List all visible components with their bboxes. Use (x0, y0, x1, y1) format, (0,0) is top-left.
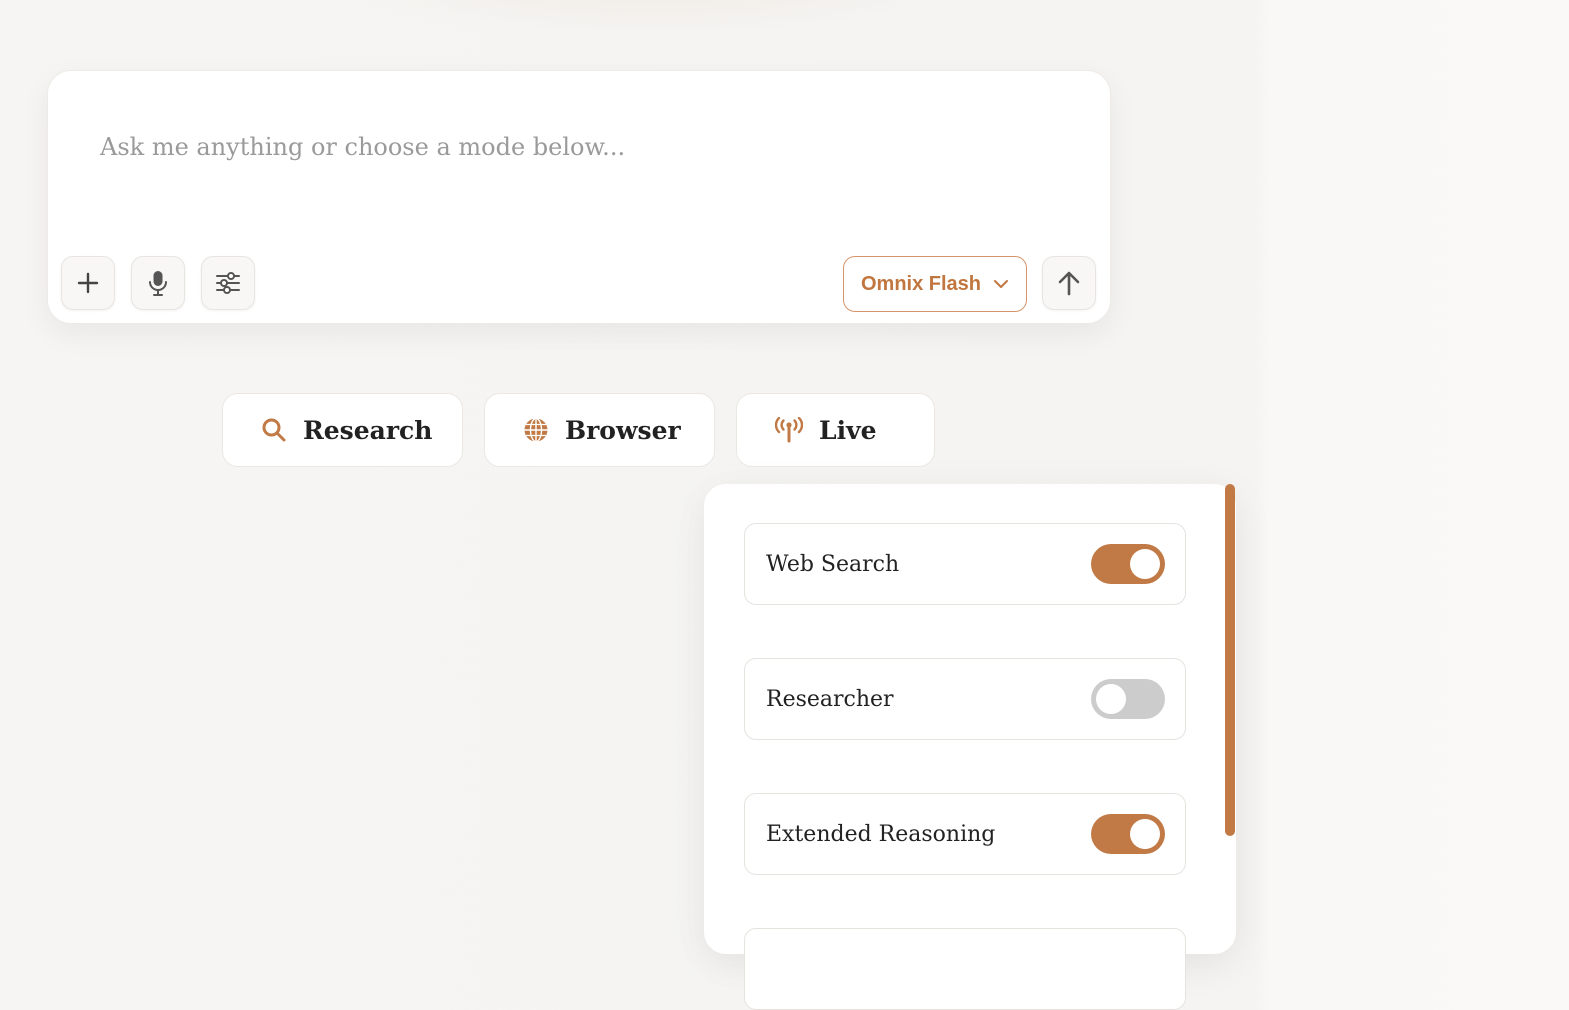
globe-icon (524, 417, 548, 443)
chat-composer: Omnix Flash (47, 70, 1111, 324)
mode-research-label: Research (303, 415, 433, 445)
add-button[interactable] (61, 256, 115, 310)
search-icon (262, 418, 286, 442)
arrow-up-icon (1058, 271, 1080, 296)
settings-button[interactable] (201, 256, 255, 310)
option-label: Extended Reasoning (766, 821, 996, 847)
extended-reasoning-toggle[interactable] (1091, 814, 1165, 854)
researcher-toggle[interactable] (1091, 679, 1165, 719)
option-researcher: Researcher (744, 658, 1186, 740)
option-label: Web Search (766, 551, 900, 577)
mode-live-label: Live (819, 415, 877, 445)
settings-dropdown-panel: Web Search Researcher Extended Reasoning (704, 484, 1236, 1010)
send-button[interactable] (1042, 256, 1096, 310)
microphone-button[interactable] (131, 256, 185, 310)
plus-icon (77, 272, 99, 294)
prompt-input[interactable] (100, 133, 1000, 161)
web-search-toggle[interactable] (1091, 544, 1165, 584)
option-partial (744, 928, 1186, 1010)
microphone-icon (149, 271, 167, 296)
mode-browser-button[interactable]: Browser (484, 393, 715, 467)
panel-scrollbar[interactable] (1225, 484, 1235, 836)
option-extended-reasoning: Extended Reasoning (744, 793, 1186, 875)
mode-live-button[interactable]: Live (736, 393, 935, 467)
broadcast-icon (775, 417, 803, 443)
sliders-icon (216, 272, 240, 294)
option-web-search: Web Search (744, 523, 1186, 605)
mode-browser-label: Browser (565, 415, 681, 445)
model-selector[interactable]: Omnix Flash (843, 256, 1027, 312)
background-glow (300, 0, 1000, 40)
chevron-down-icon (994, 280, 1009, 288)
model-selector-label: Omnix Flash (860, 272, 982, 295)
option-label: Researcher (766, 686, 894, 712)
mode-research-button[interactable]: Research (222, 393, 463, 467)
